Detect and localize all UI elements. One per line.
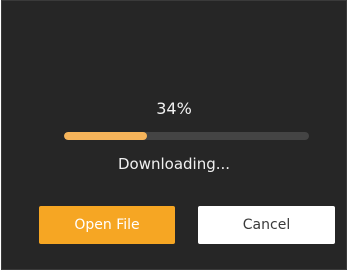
open-file-button[interactable]: Open File: [39, 206, 175, 244]
progress-bar: [64, 132, 309, 140]
cancel-button[interactable]: Cancel: [198, 206, 335, 244]
progress-percent: 34%: [156, 99, 192, 118]
status-text: Downloading...: [117, 155, 231, 173]
progress-bar-fill: [64, 132, 148, 140]
download-dialog: 34% Downloading... Open File Cancel: [1, 0, 347, 270]
